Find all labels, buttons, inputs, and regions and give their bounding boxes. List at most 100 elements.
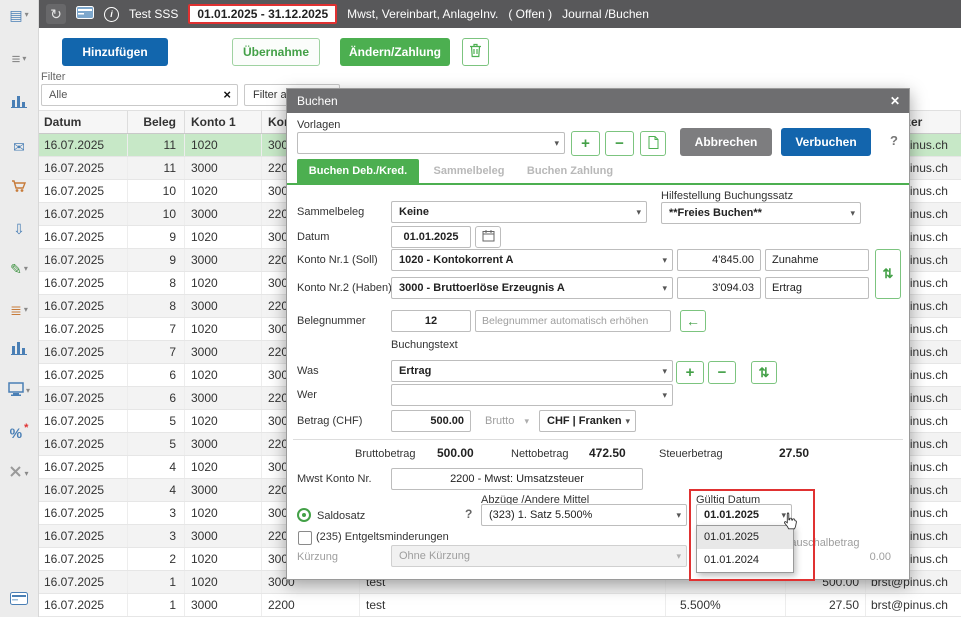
refresh-button[interactable]: ↻ [46, 4, 66, 24]
table-cell: 3000 [185, 525, 262, 547]
buchungstext-label: Buchungstext [391, 339, 458, 351]
settings-summary: Mwst, Vereinbart, AnlageInv. [347, 7, 498, 21]
sammelbeleg-select[interactable]: Keine ▾ [391, 201, 647, 223]
table-cell: 16.07.2025 [38, 272, 128, 294]
brutto-select[interactable]: Brutto ▾ [477, 410, 535, 432]
belegnummer-input[interactable]: 12 [391, 310, 471, 332]
betrag-input[interactable]: 500.00 [391, 410, 471, 432]
konto1-select[interactable]: 1020 - Kontokorrent A ▾ [391, 249, 673, 271]
download-icon: ⇩ [13, 222, 25, 236]
konto1-saldo: 4'845.00 [677, 249, 761, 271]
gueltig-option[interactable]: 01.01.2024 [697, 549, 793, 572]
beleg-auto-field[interactable]: Belegnummer automatisch erhöhen [475, 310, 671, 332]
table-row[interactable]: 16.07.2025130002200test5.500%27.50brst@p… [38, 594, 961, 617]
was-select[interactable]: Ertrag ▾ [391, 360, 673, 382]
aendern-zahlung-button[interactable]: Ändern/Zahlung [340, 38, 450, 66]
abzuege-select[interactable]: (323) 1. Satz 5.500% ▾ [481, 504, 687, 526]
wer-select[interactable]: ▾ [391, 384, 673, 406]
sidebar-item-monitor[interactable]: ▾ [0, 378, 38, 404]
table-cell: 1020 [185, 318, 262, 340]
delete-button[interactable] [462, 38, 489, 66]
card-icon[interactable] [76, 6, 94, 22]
table-cell: 3 [128, 502, 185, 524]
monitor-icon [8, 382, 24, 401]
info-icon[interactable]: i [104, 7, 119, 22]
menu-icon: ≡ [12, 52, 21, 67]
currency-select[interactable]: CHF | Franken ▾ [539, 410, 636, 432]
chevron-down-icon: ▾ [26, 387, 30, 395]
table-cell: 6 [128, 387, 185, 409]
table-cell: 3000 [185, 249, 262, 271]
pauschal-value: 0.00 [821, 551, 891, 563]
trash-icon [469, 43, 482, 61]
sidebar-item-chart[interactable] [0, 90, 38, 116]
card-icon [10, 592, 28, 610]
arrow-left-icon: ← [686, 313, 700, 329]
konto1-value: 1020 - Kontokorrent A [399, 254, 514, 266]
sidebar-item-reports[interactable] [0, 337, 38, 363]
chevron-down-icon: ▾ [662, 278, 667, 298]
table-cell: 16.07.2025 [38, 433, 128, 455]
was-remove-button[interactable]: − [708, 361, 736, 384]
table-cell: 16.07.2025 [38, 571, 128, 593]
mwst-help-icon[interactable]: ? [465, 507, 472, 521]
gueltig-value: 01.01.2025 [704, 509, 759, 521]
brutto-value: Brutto [485, 415, 514, 427]
close-icon[interactable]: ✕ [890, 89, 900, 113]
sidebar-item-form[interactable]: ▤ ▾ [0, 2, 38, 28]
sidebar-item-edit[interactable]: ✎ ▾ [0, 256, 38, 282]
period-selector[interactable]: 01.01.2025 - 31.12.2025 [188, 4, 337, 24]
template-copy-button[interactable] [640, 131, 666, 156]
view-title: Journal /Buchen [562, 7, 649, 21]
vorlagen-select[interactable]: ▾ [297, 132, 565, 154]
mwst-konto-input[interactable]: 2200 - Mwst: Umsatzsteuer [391, 468, 643, 490]
help-icon[interactable]: ? [890, 133, 898, 148]
submit-button[interactable]: Verbuchen [781, 128, 871, 156]
gueltig-select[interactable]: 01.01.2025 ▾ [696, 504, 792, 526]
gueltig-option[interactable]: 01.01.2025 [697, 526, 793, 549]
entgelt-checkbox[interactable] [298, 531, 312, 545]
datum-input[interactable]: 01.01.2025 [391, 226, 471, 248]
column-header[interactable]: Konto 1 [185, 111, 262, 133]
hilfestellung-select[interactable]: **Freies Buchen** ▾ [661, 202, 861, 224]
buchen-dialog: Buchen ✕ Vorlagen ▾ + − Abbrechen Verbuc… [286, 88, 910, 580]
sidebar-item-tools[interactable]: ▾ [0, 461, 38, 487]
dialog-titlebar[interactable]: Buchen ✕ [287, 89, 909, 113]
swap-konten-button[interactable]: ⇅ [875, 249, 901, 299]
saldosatz-radio[interactable] [297, 508, 311, 522]
minus-icon: − [718, 364, 727, 381]
sidebar-item-menu[interactable]: ≡ ▾ [0, 46, 38, 72]
add-button[interactable]: Hinzufügen [62, 38, 168, 66]
sidebar-item-card[interactable] [0, 588, 38, 614]
uebernahme-button[interactable]: Übernahme [232, 38, 320, 66]
chart-icon [11, 341, 27, 360]
table-cell: 7 [128, 318, 185, 340]
beleg-prev-button[interactable]: ← [680, 310, 706, 332]
konto2-select[interactable]: 3000 - Bruttoerlöse Erzeugnis A ▾ [391, 277, 673, 299]
tab-buchen-zahlung[interactable]: Buchen Zahlung [521, 159, 619, 183]
was-add-button[interactable]: + [676, 361, 704, 384]
table-cell: 16.07.2025 [38, 341, 128, 363]
tab-buchen-debkred[interactable]: Buchen Deb./Kred. [297, 159, 419, 183]
pauschal-label: Pauschalbetrag [783, 537, 859, 549]
betrag-label: Betrag (CHF) [297, 415, 362, 427]
sidebar-item-cart[interactable] [0, 175, 38, 201]
konto2-type: Ertrag [765, 277, 869, 299]
calendar-button[interactable] [475, 226, 501, 248]
cancel-button[interactable]: Abbrechen [680, 128, 772, 156]
was-swap-button[interactable]: ⇅ [751, 361, 777, 384]
sidebar-item-mwst[interactable]: % * [0, 420, 38, 446]
table-cell: 2200 [262, 594, 360, 616]
sidebar-item-orders[interactable]: ≣ ▾ [0, 297, 38, 323]
clear-filter-icon[interactable]: × [223, 85, 231, 105]
filter-input[interactable]: Alle × [41, 84, 238, 106]
sidebar-item-download[interactable]: ⇩ [0, 216, 38, 242]
template-add-button[interactable]: + [571, 131, 600, 156]
tab-sammelbeleg[interactable]: Sammelbeleg [427, 159, 511, 183]
table-cell: 16.07.2025 [38, 318, 128, 340]
template-remove-button[interactable]: − [605, 131, 634, 156]
sidebar-item-mail[interactable]: ✉ [0, 134, 38, 160]
column-header[interactable]: Datum [38, 111, 128, 133]
table-cell: 3000 [185, 157, 262, 179]
column-header[interactable]: Beleg [128, 111, 185, 133]
